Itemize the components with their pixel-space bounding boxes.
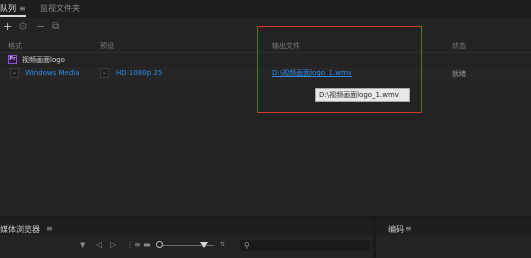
tab-queue[interactable]: 队列 (0, 4, 16, 14)
encoding-panel-menu-icon[interactable]: ≡ (405, 224, 412, 233)
search-icon: ⚲ (244, 241, 250, 250)
zoom-marker-icon[interactable] (200, 242, 208, 248)
duplicate-icon[interactable]: ⧉ (52, 21, 59, 33)
column-header-preset[interactable]: 预设 (100, 41, 114, 51)
media-panel-menu-icon[interactable]: ≡ (46, 224, 53, 233)
tab-watch-folders[interactable]: 监视文件夹 (40, 4, 80, 14)
encoding-tabbar: 编码 ≡ (376, 219, 531, 235)
tab-media-browser[interactable]: 媒体浏览器 (0, 224, 40, 235)
format-link[interactable]: Windows Media (25, 69, 80, 78)
zoom-slider-knob[interactable] (156, 241, 163, 248)
add-source-icon[interactable]: + (3, 21, 12, 33)
media-search-input[interactable]: ⚲ (240, 240, 370, 251)
preset-link[interactable]: HD 1080p 25 (116, 69, 162, 78)
list-view-icon[interactable]: ⋮≡ (126, 239, 141, 251)
format-dropdown-chevron-icon[interactable]: ⌄ (10, 68, 19, 78)
settings-icon[interactable]: ⚙ (18, 21, 28, 33)
status-text: 就绪 (452, 70, 466, 78)
media-browser-panel: 媒体浏览器 ≡ ▼ ◁ ▷ ⋮≡ ▬ ⇅ ⚲ (0, 219, 373, 258)
job-name: 视频画面logo (22, 56, 65, 64)
column-header-format[interactable]: 格式 (8, 41, 22, 51)
tab-encoding[interactable]: 编码 (388, 224, 404, 235)
preset-dropdown-chevron-icon[interactable]: ⌄ (100, 68, 109, 78)
column-header-status[interactable]: 状态 (452, 41, 466, 51)
premiere-pro-icon: Pr (8, 55, 17, 64)
remove-icon[interactable]: − (36, 21, 45, 33)
back-icon[interactable]: ◁ (96, 239, 102, 251)
sort-icon[interactable]: ⇅ (220, 239, 225, 251)
active-tab-indicator (0, 15, 26, 17)
panel-menu-icon[interactable]: ≡ (19, 4, 26, 14)
media-encoder-window: 队列 ≡ 监视文件夹 + ⚙ − ⧉ 格式 预设 输出文件 状态 Pr 视频画面… (0, 0, 531, 258)
annotation-highlight-box (257, 26, 422, 113)
queue-tabbar: 队列 ≡ 监视文件夹 (0, 0, 531, 18)
media-browser-toolbar: ▼ ◁ ▷ ⋮≡ ▬ ⇅ ⚲ (0, 239, 373, 253)
filter-icon[interactable]: ▼ (80, 239, 85, 251)
thumbnail-view-icon[interactable]: ▬ (143, 239, 151, 251)
encoding-panel: 编码 ≡ (376, 219, 531, 258)
media-browser-tabbar: 媒体浏览器 ≡ (0, 219, 373, 235)
forward-icon[interactable]: ▷ (110, 239, 116, 251)
